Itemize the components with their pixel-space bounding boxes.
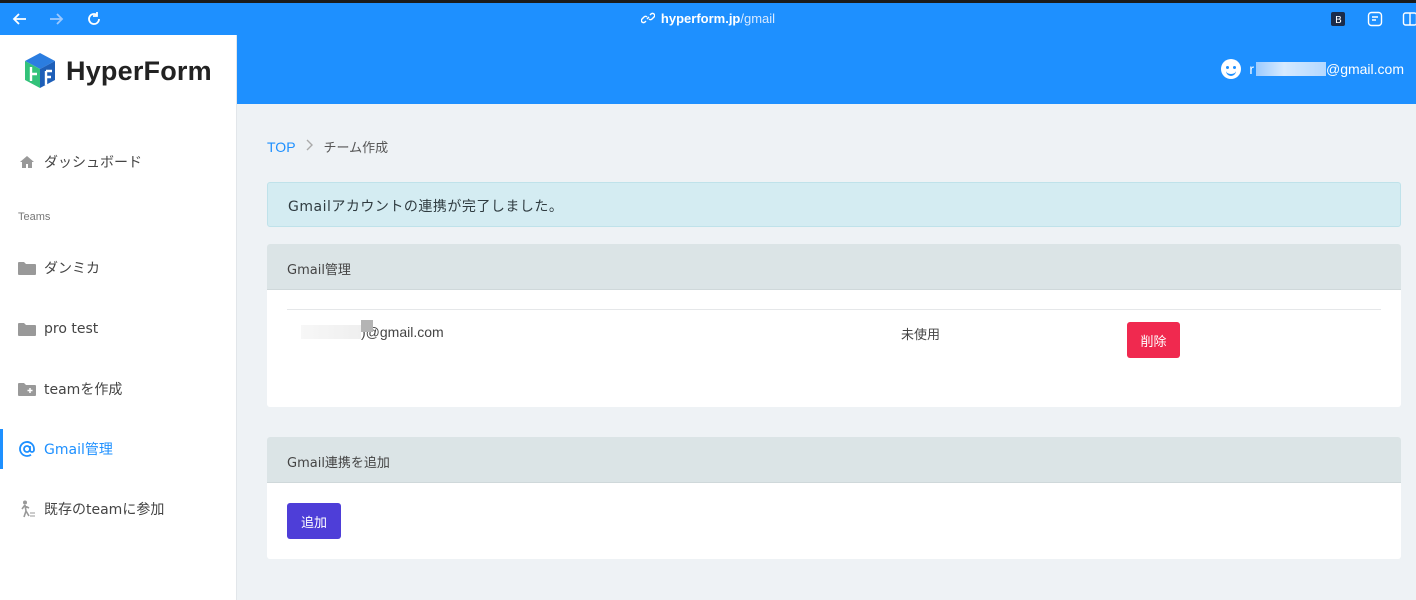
sidebar-item-gmail[interactable]: Gmail管理 — [0, 429, 237, 469]
table-row: )@gmail.com 未使用 削除 — [287, 309, 1381, 369]
email-suffix: )@gmail.com — [361, 324, 444, 340]
sidebar-item-label: Gmail管理 — [44, 442, 113, 458]
user-menu[interactable]: r @gmail.com — [1221, 59, 1404, 79]
breadcrumb: TOP チーム作成 — [267, 137, 389, 157]
sidebar-item-danmika[interactable]: ダンミカ — [0, 248, 237, 288]
sidebar-toggle-icon[interactable] — [1402, 11, 1416, 27]
sidebar: HyperForm ダッシュボード Teams ダンミカ pro test te… — [0, 35, 237, 600]
card-title: Gmail管理 — [267, 244, 1401, 290]
home-icon — [18, 153, 36, 171]
chevron-right-icon — [306, 139, 314, 155]
breadcrumb-current: チーム作成 — [323, 141, 389, 156]
extension-b-icon[interactable]: B — [1330, 11, 1346, 27]
delete-button[interactable]: 削除 — [1127, 322, 1180, 358]
add-button[interactable]: 追加 — [287, 503, 341, 539]
sidebar-item-label: ダンミカ — [44, 261, 100, 277]
user-email-prefix: r — [1249, 61, 1254, 77]
avatar-icon — [1221, 59, 1242, 79]
extension-note-icon[interactable] — [1367, 11, 1383, 27]
svg-text:B: B — [1335, 15, 1342, 26]
sidebar-item-join-team[interactable]: 既存のteamに参加 — [0, 489, 237, 529]
sidebar-item-pro-test[interactable]: pro test — [0, 309, 237, 349]
link-icon — [640, 11, 656, 28]
redacted-email — [1255, 62, 1326, 76]
user-email-suffix: @gmail.com — [1325, 61, 1404, 77]
sidebar-item-label: ダッシュボード — [44, 155, 142, 171]
gmail-account-email: )@gmail.com — [301, 320, 444, 340]
gmail-management-card: Gmail管理 )@gmail.com 未使用 削除 — [267, 244, 1401, 407]
breadcrumb-top-link[interactable]: TOP — [267, 139, 296, 155]
sidebar-item-label: pro test — [44, 321, 99, 337]
redacted-email — [301, 320, 373, 339]
sidebar-item-dashboard[interactable]: ダッシュボード — [0, 142, 237, 182]
address-bar[interactable]: hyperform.jp/gmail — [0, 11, 1416, 28]
app-header: r @gmail.com — [237, 35, 1416, 104]
hyperform-logo-icon — [25, 53, 55, 88]
sidebar-item-create-team[interactable]: teamを作成 — [0, 369, 237, 409]
folder-icon — [18, 259, 36, 277]
success-alert: Gmailアカウントの連携が完了しました。 — [267, 182, 1401, 227]
walking-person-icon — [18, 500, 36, 518]
add-gmail-card: Gmail連携を追加 追加 — [267, 437, 1401, 559]
sidebar-item-label: teamを作成 — [44, 382, 123, 398]
sidebar-item-label: 既存のteamに参加 — [44, 502, 165, 518]
folder-plus-icon — [18, 380, 36, 398]
folder-icon — [18, 320, 36, 338]
url-domain: hyperform.jp — [660, 11, 741, 26]
logo[interactable]: HyperForm — [22, 51, 212, 91]
at-icon — [18, 440, 36, 458]
browser-toolbar: hyperform.jp/gmail B — [0, 3, 1416, 35]
url-path: /gmail — [740, 11, 776, 26]
sidebar-section-label: Teams — [18, 211, 51, 223]
status-text: 未使用 — [901, 328, 941, 343]
logo-text: HyperForm — [66, 55, 212, 86]
card-title: Gmail連携を追加 — [267, 437, 1401, 483]
